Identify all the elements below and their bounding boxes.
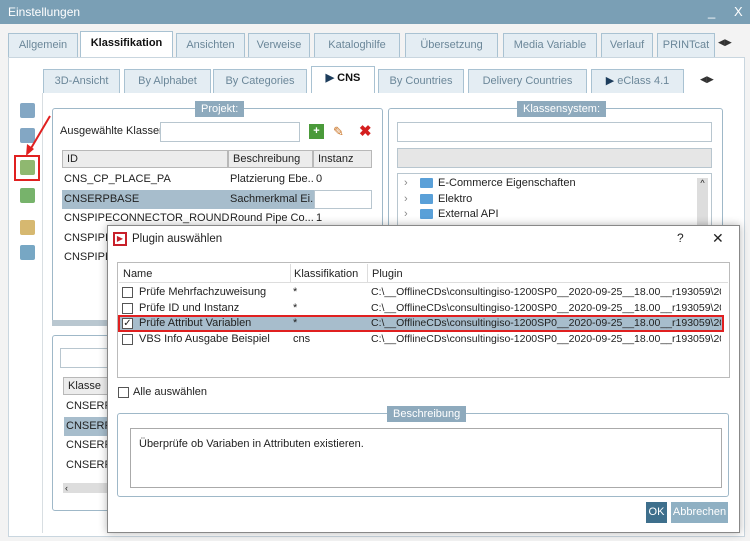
plugin-klassifikation: * <box>293 286 298 298</box>
plugin-name[interactable]: Prüfe ID und Instanz <box>139 302 239 314</box>
tree-scrollbar[interactable]: ^ <box>697 178 708 228</box>
list-item[interactable]: CNSERPE <box>64 436 110 455</box>
filter-input[interactable] <box>60 348 110 368</box>
row-instanz: 0 <box>316 173 323 185</box>
plugin-app-icon: ▶ <box>113 232 127 246</box>
col-klasse[interactable]: Klasse <box>63 377 113 395</box>
col-plugin[interactable]: Plugin <box>372 268 403 280</box>
plugin-name[interactable]: Prüfe Mehrfachzuweisung <box>139 286 266 298</box>
row-description: Sachmerkmal Ei... <box>230 189 314 209</box>
selected-classes-label: Ausgewählte Klassen <box>60 125 166 137</box>
folder-icon <box>420 193 433 204</box>
plugin-path: C:\__OfflineCDs\consultingiso-1200SP0__2… <box>371 286 721 298</box>
plugin-name[interactable]: Prüfe Attribut Variablen <box>139 317 251 329</box>
plugin-path: C:\__OfflineCDs\consultingiso-1200SP0__2… <box>371 317 721 330</box>
description-text: Überprüfe ob Variaben in Attributen exis… <box>130 428 722 488</box>
klassensystem-title: Klassensystem: <box>517 101 607 117</box>
plugin-klassifikation: cns <box>293 333 311 346</box>
add-icon[interactable]: + <box>309 124 324 139</box>
description-title: Beschreibung <box>387 406 467 422</box>
expand-chevron-icon[interactable]: › <box>404 193 408 205</box>
plugin-klassifikation: * <box>293 301 298 314</box>
col-sep <box>290 264 291 283</box>
plugin-checkbox[interactable] <box>122 334 133 346</box>
instanz-edit[interactable] <box>314 189 372 209</box>
col-sep <box>367 264 368 283</box>
plugin-checkbox[interactable] <box>122 302 133 314</box>
select-all-label: Alle auswählen <box>133 386 207 398</box>
delete-icon[interactable]: ✖ <box>359 122 374 140</box>
expand-chevron-icon[interactable]: › <box>404 208 408 220</box>
tree-item[interactable]: Elektro <box>438 193 472 205</box>
expand-chevron-icon[interactable]: › <box>404 177 408 189</box>
col-beschreibung[interactable]: Beschreibung <box>228 150 313 168</box>
list-item[interactable]: CNSERPE <box>64 416 110 436</box>
help-button[interactable]: ? <box>677 231 684 245</box>
plugin-name[interactable]: VBS Info Ausgabe Beispiel <box>139 333 270 345</box>
cancel-button[interactable]: Abbrechen <box>671 502 728 523</box>
klassensystem-search[interactable] <box>397 122 712 142</box>
list-item[interactable]: CNSERPE <box>64 397 110 416</box>
plugin-list-header <box>119 264 728 283</box>
col-id[interactable]: ID <box>62 150 228 168</box>
col-klassifikation[interactable]: Klassifikation <box>294 268 358 280</box>
plugin-checkbox[interactable] <box>122 287 133 298</box>
plugin-path: C:\__OfflineCDs\consultingiso-1200SP0__2… <box>371 301 721 314</box>
ok-button[interactable]: OK <box>646 502 667 523</box>
list-item[interactable]: CNSERPE <box>64 456 110 475</box>
plugin-path: C:\__OfflineCDs\consultingiso-1200SP0__2… <box>371 333 721 346</box>
klassensystem-path <box>397 148 712 168</box>
select-all-checkbox[interactable] <box>118 387 129 398</box>
projekt-title: Projekt: <box>195 101 245 117</box>
dialog-close-button[interactable]: ✕ <box>712 230 724 247</box>
plugin-checkbox[interactable]: ✓ <box>122 318 133 330</box>
edit-icon[interactable]: ✎ <box>333 124 348 139</box>
description-value: Überprüfe ob Variaben in Attributen exis… <box>139 438 364 450</box>
plugin-klassifikation: * <box>293 317 298 330</box>
folder-icon <box>420 209 433 219</box>
folder-icon <box>420 178 433 188</box>
selected-classes-input[interactable] <box>160 122 300 142</box>
scroll-left-button[interactable]: ‹ <box>63 483 108 493</box>
col-instanz[interactable]: Instanz <box>313 150 372 168</box>
tree-item[interactable]: E-Commerce Eigenschaften <box>438 177 576 189</box>
col-name[interactable]: Name <box>123 268 152 280</box>
tree-item[interactable]: External API <box>438 208 499 220</box>
row-description: Platzierung Ebe... <box>230 173 314 185</box>
dialog-title: Plugin auswählen <box>132 233 223 245</box>
